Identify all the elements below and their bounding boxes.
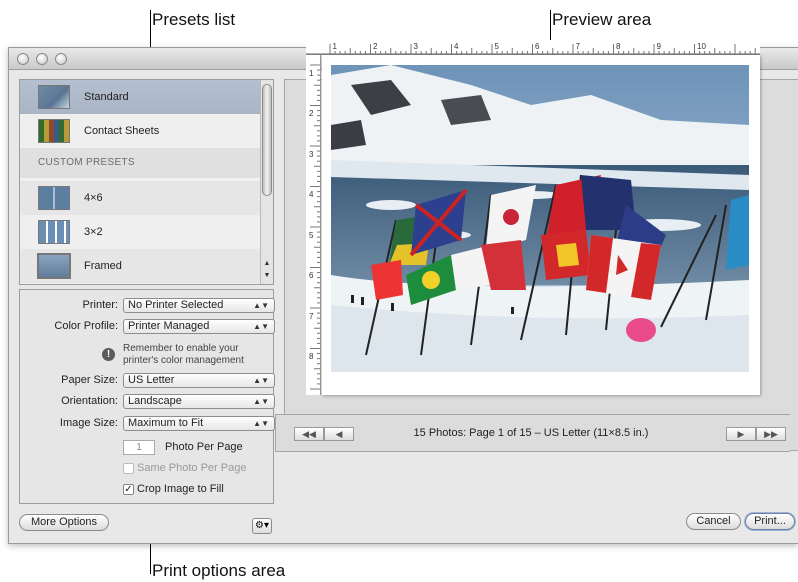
image-size-label: Image Size: — [59, 417, 118, 429]
preset-label: Contact Sheets — [84, 125, 160, 137]
color-profile-label: Color Profile: — [54, 320, 118, 332]
preset-label: 3×2 — [84, 226, 103, 238]
print-options-panel: Printer: No Printer Selected ▲▼ Color Pr… — [19, 289, 275, 504]
preset-4x6[interactable]: 4×6 — [20, 181, 260, 215]
updown-arrows-icon: ▲▼ — [253, 301, 269, 310]
updown-arrows-icon: ▲▼ — [253, 322, 269, 331]
paper-size-popup[interactable]: US Letter ▲▼ — [123, 373, 275, 388]
same-photo-checkbox[interactable] — [123, 463, 134, 474]
photos-per-page-field[interactable]: 1 — [123, 440, 155, 455]
printer-value: No Printer Selected — [128, 299, 224, 311]
callout-preview-area: Preview area — [552, 10, 652, 29]
ruler-tick-label: 8 — [309, 352, 314, 361]
ruler-tick-label: 4 — [309, 190, 314, 199]
preset-standard[interactable]: Standard — [20, 80, 260, 114]
printer-label: Printer: — [82, 299, 118, 311]
previous-page-button[interactable]: ◀ — [324, 427, 354, 441]
orientation-label: Orientation: — [61, 395, 118, 407]
ruler-ticks-left — [310, 64, 320, 390]
ruler-tick-label: 7 — [309, 311, 314, 321]
scroll-up-arrow-icon[interactable]: ▲ — [261, 258, 273, 270]
color-management-note: Remember to enable your printer's color … — [123, 343, 273, 367]
ruler-tick-label: 1 — [332, 42, 337, 51]
preset-framed[interactable]: Framed — [20, 249, 260, 283]
ruler-tick-label: 5 — [309, 230, 314, 240]
callout-presets-list: Presets list — [152, 10, 236, 29]
photos-per-page-label: Photo Per Page — [165, 441, 243, 453]
preset-label: 4×6 — [84, 192, 103, 204]
preset-label: Standard — [84, 91, 129, 103]
image-size-value: Maximum to Fit — [128, 417, 204, 429]
orientation-value: Landscape — [128, 395, 182, 407]
color-profile-value: Printer Managed — [128, 320, 210, 332]
framed-thumbnail-icon — [37, 253, 71, 279]
custom-presets-header: CUSTOM PRESETS — [20, 148, 260, 178]
ruler-tick-label: 1 — [309, 68, 314, 78]
scroll-down-arrow-icon[interactable]: ▼ — [261, 270, 273, 282]
ruler-tick-label: 2 — [373, 42, 378, 51]
note-line: Remember to enable your — [123, 343, 239, 354]
updown-arrows-icon: ▲▼ — [253, 376, 269, 385]
printer-popup[interactable]: No Printer Selected ▲▼ — [123, 298, 275, 313]
paper-size-value: US Letter — [128, 374, 175, 386]
updown-arrows-icon: ▲▼ — [253, 419, 269, 428]
updown-arrows-icon: ▲▼ — [253, 397, 269, 406]
ruler-tick-label: 7 — [575, 42, 580, 51]
last-page-button[interactable]: ▶▶ — [756, 427, 786, 441]
ruler-tick-label: 3 — [413, 42, 418, 51]
preset-label: Framed — [84, 260, 122, 272]
grid-thumbnail-icon — [38, 220, 70, 244]
ruler-tick-label: 2 — [309, 109, 314, 118]
more-options-button[interactable]: More Options — [19, 514, 109, 531]
preset-3x2[interactable]: 3×2 — [20, 215, 260, 249]
color-profile-popup[interactable]: Printer Managed ▲▼ — [123, 319, 275, 334]
paper-size-label: Paper Size: — [61, 374, 118, 386]
ruler-tick-label: 3 — [309, 149, 314, 159]
note-line: printer's color management — [123, 355, 244, 366]
ruler-tick-label: 6 — [535, 42, 540, 51]
orientation-popup[interactable]: Landscape ▲▼ — [123, 394, 275, 409]
ruler-tick-label: 10 — [697, 42, 706, 51]
vertical-ruler — [306, 55, 321, 395]
image-size-popup[interactable]: Maximum to Fit ▲▼ — [123, 416, 275, 431]
cancel-button[interactable]: Cancel — [686, 513, 741, 530]
ruler-tick-label: 8 — [616, 42, 621, 51]
ruler-tick-label: 4 — [454, 42, 459, 51]
page-status-text: 15 Photos: Page 1 of 15 – US Letter (11×… — [413, 427, 649, 439]
page-navigation-bar: ◀◀ ◀ 15 Photos: Page 1 of 15 – US Letter… — [275, 414, 790, 452]
ruler-tick-label: 5 — [494, 42, 499, 51]
callout-print-options-area: Print options area — [152, 561, 286, 580]
print-button[interactable]: Print... — [745, 513, 795, 530]
next-page-button[interactable]: ▶ — [726, 427, 756, 441]
crop-checkbox[interactable]: ✓ — [123, 484, 134, 495]
same-photo-label: Same Photo Per Page — [137, 462, 247, 474]
two-up-thumbnail-icon — [38, 186, 70, 210]
preview-photo — [331, 65, 749, 372]
warning-icon: ! — [102, 348, 115, 361]
preset-contact-sheets[interactable]: Contact Sheets — [20, 114, 260, 148]
contact-sheet-thumbnail-icon — [38, 119, 70, 143]
presets-list: Standard Contact Sheets CUSTOM PRESETS 4… — [19, 79, 274, 285]
photo-thumbnail-icon — [38, 85, 70, 109]
gear-icon[interactable]: ⚙▾ — [252, 518, 272, 534]
ruler-tick-label: 9 — [656, 42, 661, 51]
ruler-tick-label: 6 — [309, 271, 314, 280]
scrollbar-thumb[interactable] — [262, 84, 272, 196]
first-page-button[interactable]: ◀◀ — [294, 427, 324, 441]
presets-scrollbar[interactable]: ▲ ▼ — [260, 80, 273, 284]
crop-label: Crop Image to Fill — [137, 483, 224, 495]
flags-photo-image — [331, 65, 749, 372]
